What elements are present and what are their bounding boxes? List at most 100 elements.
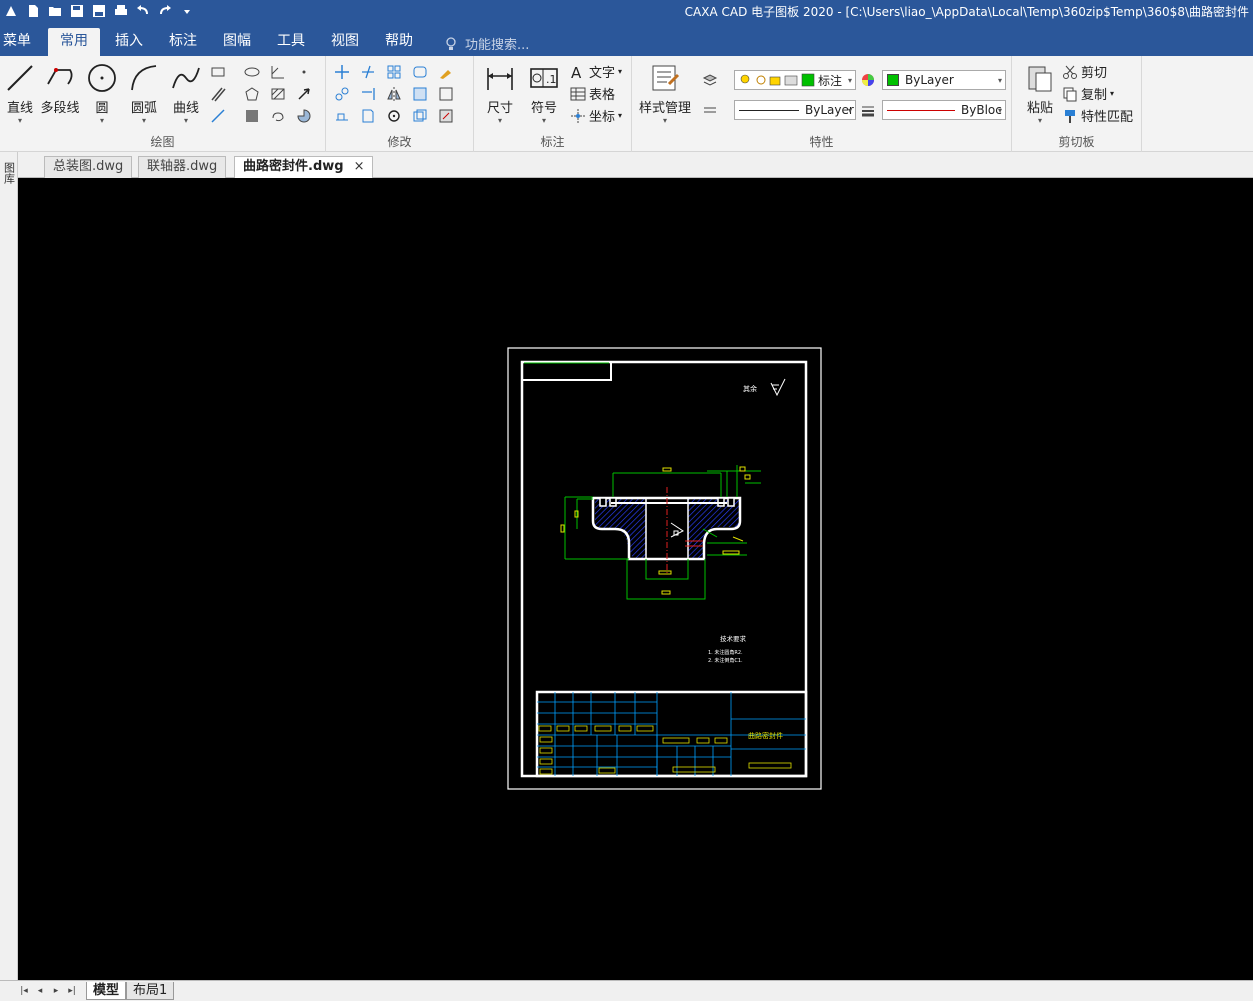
title-bar: CAXA CAD 电子图板 2020 - [C:\Users\liao_\App… [0,0,1253,22]
group-draw: 直线 ▾ 多段线 圆 ▾ 圆弧 ▾ 曲线 ▾ 绘图 [0,56,326,152]
break-icon[interactable] [410,106,430,126]
text-button[interactable]: A 文字 ▾ [570,62,622,82]
caxa-window: CAXA CAD 电子图板 2020 - [C:\Users\liao_\App… [0,0,1253,1001]
linetype-dropdown[interactable]: ByLayer ▾ [734,100,856,120]
rotate-icon[interactable] [384,106,404,126]
angle-icon[interactable] [268,62,288,82]
doc-tab-coupling[interactable]: 联轴器.dwg [138,156,227,178]
library-strip[interactable]: 图库 [0,152,18,980]
cloud-line-icon[interactable] [268,106,288,126]
table-button[interactable]: 表格 [570,84,615,103]
menu-tab-insert[interactable]: 插入 [110,28,148,56]
brush-icon[interactable] [436,62,456,82]
close-tab-icon[interactable]: × [354,159,365,174]
menu-tab-help[interactable]: 帮助 [380,28,418,56]
linetype-icon[interactable] [700,100,720,120]
menu-tab-tools[interactable]: 工具 [272,28,310,56]
menu-tab-main[interactable]: 菜单 [0,28,34,56]
fill-region-icon[interactable] [242,106,262,126]
first-sheet-icon[interactable]: |◂ [16,986,32,996]
fillet-icon[interactable] [410,62,430,82]
sheet-tab-model[interactable]: 模型 [86,982,127,1000]
drawing-canvas[interactable]: 其余 技术要求 1. 未注圆角R2. 2. 未注倒角C1. 曲路密封件 [18,178,1253,980]
rectangle-icon[interactable] [208,62,228,82]
part-section-view [560,465,761,600]
svg-text:A: A [571,64,582,80]
hatch-icon[interactable] [268,84,288,104]
print-icon[interactable] [110,0,132,22]
menu-tab-common[interactable]: 常用 [48,28,100,56]
last-sheet-icon[interactable]: ▸| [64,986,80,996]
color-dropdown[interactable]: ByLayer ▾ [882,70,1006,90]
lineweight-dropdown[interactable]: ByBloc ▾ [882,100,1006,120]
copy-icon [1063,87,1077,101]
ellipse-icon[interactable] [242,62,262,82]
circle-button[interactable]: 圆 ▾ [82,62,122,128]
style-manager-button[interactable]: 样式管理 ▾ [638,62,692,128]
menu-tab-view[interactable]: 视图 [326,28,364,56]
doc-tab-seal[interactable]: 曲路密封件.dwg × [234,156,374,178]
search-placeholder: 功能搜索... [465,38,530,53]
symbol-button[interactable]: .1 符号 ▾ [524,62,564,128]
dimension-icon [487,68,513,90]
lightbulb-icon [446,36,456,50]
cut-button[interactable]: 剪切 [1062,62,1107,81]
scale-icon[interactable] [410,84,430,104]
lineweight-icon[interactable] [858,100,878,120]
quick-access-dropdown-icon[interactable] [176,0,198,22]
curve-button[interactable]: 曲线 ▾ [166,62,206,128]
paste-icon [1028,66,1052,92]
point-icon[interactable] [294,62,314,82]
app-icon[interactable] [0,0,22,22]
line-button[interactable]: 直线 ▾ [0,62,40,128]
roughness-symbol [770,378,786,397]
paste-button[interactable]: 粘贴 ▾ [1020,62,1060,128]
line-icon [7,65,33,91]
svg-text:.1: .1 [546,73,557,86]
save-icon[interactable] [66,0,88,22]
save-as-icon[interactable] [88,0,110,22]
stretch-icon[interactable] [332,106,352,126]
mirror-icon[interactable] [384,84,404,104]
sector-icon[interactable] [294,106,314,126]
extend-icon[interactable] [358,84,378,104]
coordinate-button[interactable]: 坐标 ▾ [570,106,622,125]
layer-dropdown[interactable]: 标注 ▾ [734,70,856,90]
trim-icon[interactable] [358,62,378,82]
doc-tab-assembly[interactable]: 总装图.dwg [44,156,133,178]
title-block: 曲路密封件 [535,690,808,778]
lineweight-value: ByBloc [961,103,1002,117]
array-icon[interactable] [384,62,404,82]
dimension-button[interactable]: 尺寸 ▾ [480,62,520,128]
arc-button[interactable]: 圆弧 ▾ [124,62,164,128]
new-file-icon[interactable] [22,0,44,22]
move-icon[interactable] [332,62,352,82]
parallel-line-icon[interactable] [208,84,228,104]
open-folder-icon[interactable] [44,0,66,22]
linetype-preview [739,109,799,111]
layer-manager-icon[interactable] [700,70,720,90]
polyline-button[interactable]: 多段线 [40,62,80,128]
drawing-code-box [521,361,612,381]
menu-tab-sheet[interactable]: 图幅 [218,28,256,56]
edit-block-icon[interactable] [436,106,456,126]
color-wheel-icon[interactable] [858,70,878,90]
menu-tab-annotate[interactable]: 标注 [164,28,202,56]
feature-search[interactable]: 功能搜索... [445,34,529,53]
undo-icon[interactable] [132,0,154,22]
next-sheet-icon[interactable]: ▸ [48,986,64,996]
redo-icon[interactable] [154,0,176,22]
sheet-tab-layout1[interactable]: 布局1 [126,982,175,1000]
copy-object-icon[interactable] [332,84,352,104]
centerline-icon[interactable] [208,106,228,126]
sheet-tab-bar: |◂ ◂ ▸ ▸| 模型 布局1 [0,980,1253,1001]
explode-icon[interactable] [436,84,456,104]
color-value: ByLayer [905,73,954,87]
polygon-icon[interactable] [242,84,262,104]
window-title: CAXA CAD 电子图板 2020 - [C:\Users\liao_\App… [684,5,1249,19]
match-properties-button[interactable]: 特性匹配 [1062,106,1133,125]
copy-button[interactable]: 复制 ▾ [1062,84,1114,103]
arrow-icon[interactable] [294,84,314,104]
offset-icon[interactable] [358,106,378,126]
prev-sheet-icon[interactable]: ◂ [32,986,48,996]
